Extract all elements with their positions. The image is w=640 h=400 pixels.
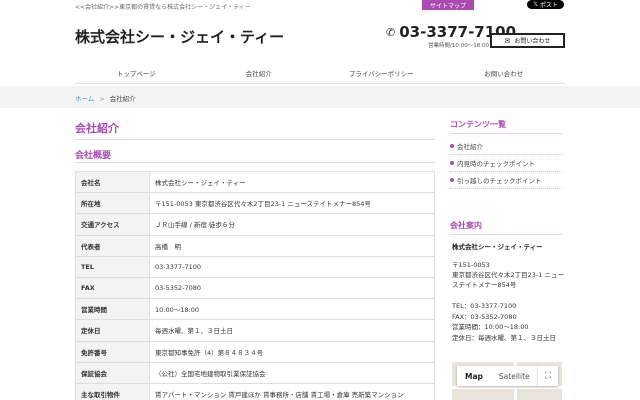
row-label: 免許番号 bbox=[75, 340, 150, 363]
table-row: 主な取引物件 賃アパート・マンション 賃戸建ほか 賃事務所・店舗 賃工場・倉庫 売… bbox=[75, 382, 435, 400]
row-value: 賃アパート・マンション 賃戸建ほか 賃事務所・店舗 賃工場・倉庫 売新築マンショ… bbox=[149, 382, 435, 400]
table-row: 定休日 毎週水曜、第１、３日土日 bbox=[75, 319, 435, 342]
row-label: 主な取引物件 bbox=[75, 382, 150, 400]
table-row: 免許番号 東京都知事免許（4）第８４８３４号 bbox=[75, 340, 435, 363]
bullet-icon bbox=[450, 178, 454, 182]
contents-list: 会社紹介 内見時のチェックポイント 引っ越しのチェックポイント bbox=[450, 138, 562, 189]
nav-item-top[interactable]: トップページ bbox=[75, 60, 198, 83]
contents-item-label: 引っ越しのチェックポイント bbox=[457, 177, 542, 185]
row-value: 高橋 明 bbox=[149, 234, 435, 257]
section-title: 会社概要 bbox=[75, 151, 112, 161]
contents-item-company[interactable]: 会社紹介 bbox=[450, 138, 562, 155]
contents-item-viewing-checkpoints[interactable]: 内見時のチェックポイント bbox=[450, 155, 562, 172]
site-logo[interactable]: 株式会社シー・ジェイ・ティー bbox=[75, 26, 284, 47]
embedded-map[interactable]: Map Satellite ⛶ bbox=[452, 362, 562, 400]
sidebar-holiday: 定休日：毎週水曜、第１、３日土日 bbox=[452, 333, 556, 342]
phone-icon: ✆ bbox=[386, 25, 396, 39]
table-row: 交通アクセス ＪＲ山手線 / 新宿 徒歩６分 bbox=[75, 213, 435, 236]
contents-item-label: 内見時のチェックポイント bbox=[457, 160, 535, 168]
x-logo-icon: 𝕏 bbox=[533, 1, 538, 8]
row-label: 所在地 bbox=[75, 192, 150, 215]
contact-button-label: お問い合わせ bbox=[514, 38, 551, 45]
row-value: 株式会社シー・ジェイ・ティー bbox=[149, 170, 435, 194]
breadcrumb-separator: > bbox=[99, 95, 105, 103]
x-post-label: ポスト bbox=[539, 2, 558, 9]
sitemap-button[interactable]: サイトマップ bbox=[422, 0, 474, 10]
breadcrumb-home-link[interactable]: ホーム bbox=[75, 95, 94, 103]
contents-divider bbox=[450, 133, 562, 134]
map-tab-satellite[interactable]: Satellite bbox=[491, 366, 538, 386]
page-title: 会社紹介 bbox=[75, 122, 119, 135]
sidebar-hours: 営業時間：10:00〜18:00 bbox=[452, 323, 529, 331]
row-label: 定休日 bbox=[75, 319, 150, 342]
table-row: 営業時間 10:00〜18:00 bbox=[75, 298, 435, 321]
table-row: TEL 03-3377-7100 bbox=[75, 255, 435, 278]
sidebar-tel: TEL：03-3377-7100 bbox=[452, 302, 517, 310]
table-row: FAX 03-5352-7080 bbox=[75, 276, 435, 300]
sidebar-fax: FAX：03-5352-7080 bbox=[452, 312, 517, 321]
sidebar-contact-info: TEL：03-3377-7100 FAX：03-5352-7080 営業時間：1… bbox=[452, 301, 567, 343]
map-road bbox=[452, 386, 562, 389]
row-value: （公社）全国宅地建物取引業保証協会 bbox=[149, 361, 435, 384]
sidebar-address: 〒151-0053 東京都渋谷区代々木2丁目23-1 ニューステイトメナー854… bbox=[452, 261, 564, 289]
contents-item-moving-checkpoints[interactable]: 引っ越しのチェックポイント bbox=[450, 172, 562, 189]
title-divider bbox=[75, 139, 435, 140]
sidebar-company-name: 株式会社シー・ジェイ・ティー bbox=[452, 243, 543, 251]
row-value: 03-3377-7100 bbox=[149, 255, 435, 278]
row-label: FAX bbox=[75, 276, 150, 300]
row-value: 東京都知事免許（4）第８４８３４号 bbox=[149, 340, 435, 363]
nav-item-privacy[interactable]: プライバシーポリシー bbox=[320, 60, 443, 83]
table-row: 保証協会 （公社）全国宅地建物取引業保証協会 bbox=[75, 361, 435, 384]
fullscreen-icon[interactable]: ⛶ bbox=[538, 366, 558, 386]
row-value: 毎週水曜、第１、３日土日 bbox=[149, 319, 435, 342]
x-post-button[interactable]: 𝕏 ポスト bbox=[527, 0, 564, 9]
row-label: 会社名 bbox=[75, 170, 150, 194]
business-hours: 営業時間/10:00〜18:00 bbox=[428, 43, 490, 49]
contents-list-title: コンテンツ一覧 bbox=[450, 120, 506, 129]
mail-icon: ✉ bbox=[504, 36, 511, 45]
company-info-title: 会社案内 bbox=[450, 221, 482, 230]
row-label: 営業時間 bbox=[75, 298, 150, 321]
header-tagline: <<会社紹介>>東京都の賃貸なら株式会社シー・ジェイ・ティー bbox=[75, 4, 251, 11]
contents-item-label: 会社紹介 bbox=[457, 143, 483, 151]
row-label: 代表者 bbox=[75, 234, 150, 257]
nav-item-contact[interactable]: お問い合わせ bbox=[443, 60, 566, 83]
table-row: 代表者 高橋 明 bbox=[75, 234, 435, 257]
nav-item-company[interactable]: 会社紹介 bbox=[198, 60, 321, 83]
global-nav: トップページ 会社紹介 プライバシーポリシー お問い合わせ bbox=[75, 60, 565, 84]
map-tab-map[interactable]: Map bbox=[457, 366, 491, 386]
row-label: 保証協会 bbox=[75, 361, 150, 384]
map-type-toggle: Map Satellite bbox=[457, 366, 538, 386]
company-info-table: 会社名 株式会社シー・ジェイ・ティー 所在地 〒151-0053 東京都渋谷区代々木… bbox=[75, 170, 435, 400]
breadcrumb-current: 会社紹介 bbox=[109, 95, 136, 103]
table-row: 所在地 〒151-0053 東京都渋谷区代々木2丁目23-1 ニューステイトメナー… bbox=[75, 192, 435, 215]
table-row: 会社名 株式会社シー・ジェイ・ティー bbox=[75, 170, 435, 194]
row-value: 〒151-0053 東京都渋谷区代々木2丁目23-1 ニューステイトメナー854… bbox=[149, 192, 435, 215]
bullet-icon bbox=[450, 161, 454, 165]
row-label: TEL bbox=[75, 255, 150, 278]
bullet-icon bbox=[450, 144, 454, 148]
breadcrumb: ホーム > 会社紹介 bbox=[75, 93, 136, 103]
contact-button[interactable]: ✉ お問い合わせ bbox=[490, 33, 565, 48]
company-info-divider bbox=[450, 234, 562, 235]
row-value: 10:00〜18:00 bbox=[149, 298, 435, 321]
row-value: 03-5352-7080 bbox=[149, 276, 435, 300]
section-divider bbox=[75, 162, 435, 163]
row-label: 交通アクセス bbox=[75, 213, 150, 236]
row-value: ＪＲ山手線 / 新宿 徒歩６分 bbox=[149, 213, 435, 236]
